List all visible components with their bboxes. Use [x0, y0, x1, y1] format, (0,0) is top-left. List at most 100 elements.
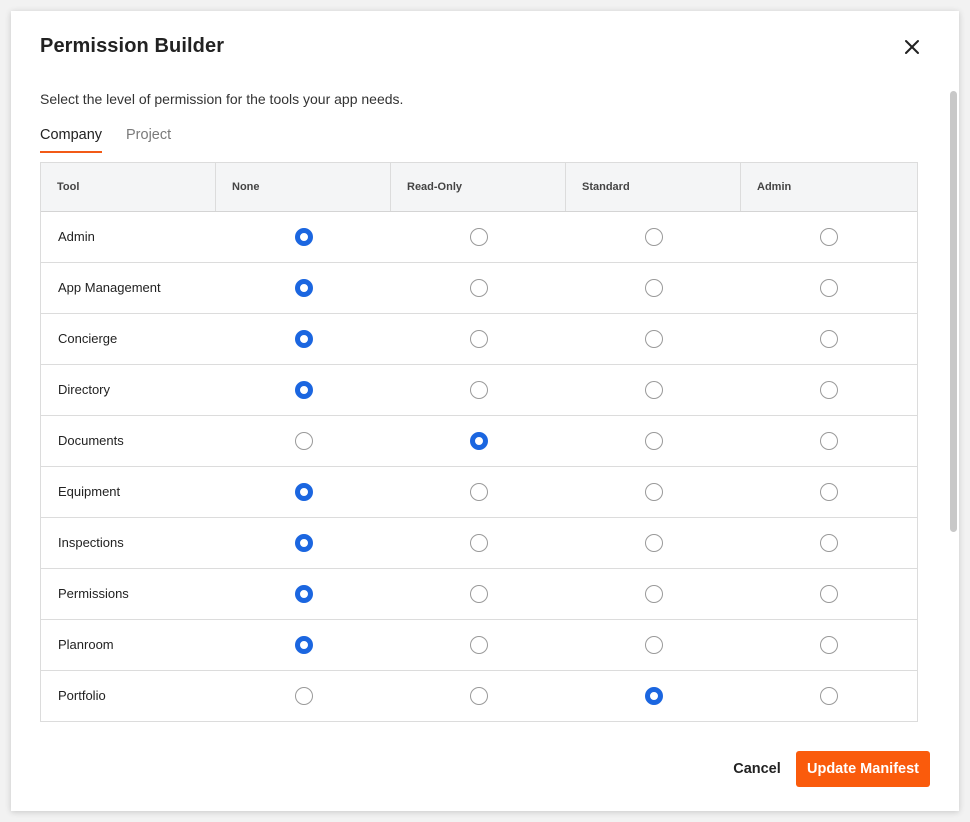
permission-cell — [216, 365, 391, 415]
permission-cell — [216, 212, 391, 262]
tool-name: Concierge — [58, 331, 118, 346]
radio-admin[interactable] — [820, 381, 838, 399]
permission-cell — [391, 314, 566, 364]
table-row: Admin — [41, 212, 917, 263]
tool-name: Admin — [58, 229, 95, 244]
permission-builder-dialog: Permission Builder Select the level of p… — [11, 11, 959, 811]
column-header-none: None — [216, 163, 391, 211]
radio-admin[interactable] — [820, 585, 838, 603]
tool-name: Inspections — [58, 535, 124, 550]
permission-table-scroll-area[interactable]: Tool None Read-Only Standard Admin Admin… — [40, 162, 918, 728]
permission-cell — [216, 569, 391, 619]
close-button[interactable] — [898, 33, 926, 61]
radio-none[interactable] — [294, 432, 313, 450]
permission-cell — [566, 518, 741, 568]
permission-cell — [216, 416, 391, 466]
radio-read-only[interactable] — [469, 432, 488, 450]
permission-cell — [741, 263, 917, 313]
permission-cell — [566, 416, 741, 466]
permission-cell — [741, 212, 917, 262]
table-row: Permissions — [41, 569, 917, 620]
radio-standard[interactable] — [644, 228, 663, 246]
radio-admin[interactable] — [820, 228, 838, 246]
permission-cell — [566, 620, 741, 670]
radio-admin[interactable] — [820, 279, 838, 297]
radio-none[interactable] — [294, 687, 313, 705]
tool-name: Portfolio — [58, 688, 106, 703]
permission-cell — [566, 314, 741, 364]
permission-cell — [566, 365, 741, 415]
radio-read-only[interactable] — [469, 585, 488, 603]
radio-read-only[interactable] — [469, 279, 488, 297]
permission-cell — [741, 467, 917, 517]
radio-none[interactable] — [294, 534, 313, 552]
permission-cell — [391, 416, 566, 466]
permission-cell — [216, 467, 391, 517]
radio-admin[interactable] — [820, 432, 838, 450]
permission-cell — [741, 416, 917, 466]
permission-table: Tool None Read-Only Standard Admin Admin… — [40, 162, 918, 722]
permission-cell — [741, 671, 917, 721]
close-icon — [905, 40, 919, 54]
table-row: Concierge — [41, 314, 917, 365]
dialog-title: Permission Builder — [40, 35, 225, 57]
permission-cell — [391, 620, 566, 670]
column-header-standard: Standard — [566, 163, 741, 211]
permission-cell — [391, 365, 566, 415]
radio-admin[interactable] — [820, 534, 838, 552]
radio-standard[interactable] — [644, 381, 663, 399]
radio-admin[interactable] — [820, 483, 838, 501]
table-row: Inspections — [41, 518, 917, 569]
radio-standard[interactable] — [644, 330, 663, 348]
permission-cell — [741, 569, 917, 619]
radio-standard[interactable] — [644, 279, 663, 297]
radio-read-only[interactable] — [469, 687, 488, 705]
tab-project[interactable]: Project — [126, 127, 171, 151]
radio-none[interactable] — [294, 279, 313, 297]
table-row: Planroom — [41, 620, 917, 671]
permission-cell — [741, 620, 917, 670]
radio-none[interactable] — [294, 483, 313, 501]
radio-none[interactable] — [294, 228, 313, 246]
permission-cell — [391, 671, 566, 721]
table-row: Directory — [41, 365, 917, 416]
permission-cell — [216, 620, 391, 670]
radio-read-only[interactable] — [469, 330, 488, 348]
permission-cell — [391, 263, 566, 313]
radio-read-only[interactable] — [469, 381, 488, 399]
radio-read-only[interactable] — [469, 483, 488, 501]
radio-standard[interactable] — [644, 636, 663, 654]
update-manifest-button[interactable]: Update Manifest — [796, 751, 930, 787]
tab-company[interactable]: Company — [40, 127, 103, 153]
radio-admin[interactable] — [820, 687, 838, 705]
permission-cell — [741, 314, 917, 364]
dialog-description: Select the level of permission for the t… — [40, 91, 404, 107]
radio-read-only[interactable] — [469, 636, 488, 654]
permission-cell — [216, 314, 391, 364]
radio-standard[interactable] — [644, 483, 663, 501]
radio-none[interactable] — [294, 585, 313, 603]
table-row: App Management — [41, 263, 917, 314]
radio-admin[interactable] — [820, 330, 838, 348]
radio-none[interactable] — [294, 330, 313, 348]
radio-none[interactable] — [294, 636, 313, 654]
radio-read-only[interactable] — [469, 534, 488, 552]
permission-cell — [741, 365, 917, 415]
radio-admin[interactable] — [820, 636, 838, 654]
radio-standard[interactable] — [644, 432, 663, 450]
permission-cell — [391, 569, 566, 619]
radio-standard[interactable] — [644, 534, 663, 552]
table-body: Admin App Management Concierge Directory Doc… — [41, 212, 917, 722]
radio-standard[interactable] — [644, 585, 663, 603]
radio-read-only[interactable] — [469, 228, 488, 246]
permission-cell — [566, 212, 741, 262]
scrollbar-thumb[interactable] — [950, 91, 957, 532]
radio-none[interactable] — [294, 381, 313, 399]
table-row: Portfolio — [41, 671, 917, 722]
tool-name: Permissions — [58, 586, 129, 601]
permission-cell — [566, 263, 741, 313]
radio-standard[interactable] — [644, 687, 663, 705]
table-header: Tool None Read-Only Standard Admin — [41, 163, 917, 212]
permission-cell — [566, 671, 741, 721]
cancel-button[interactable]: Cancel — [719, 751, 795, 787]
